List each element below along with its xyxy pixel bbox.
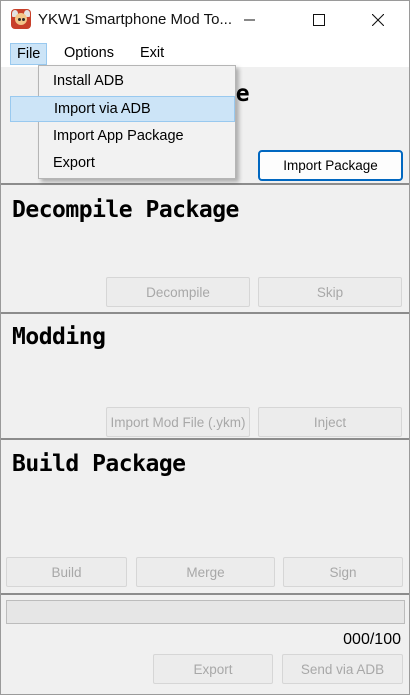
sign-button[interactable]: Sign bbox=[283, 557, 403, 587]
menu-exit[interactable]: Exit bbox=[134, 43, 170, 65]
divider bbox=[1, 438, 409, 440]
app-icon bbox=[11, 9, 31, 29]
build-button[interactable]: Build bbox=[6, 557, 127, 587]
export-button[interactable]: Export bbox=[153, 654, 273, 684]
decompile-section-title: Decompile Package bbox=[12, 197, 239, 223]
progress-bar bbox=[6, 600, 405, 624]
divider bbox=[1, 312, 409, 314]
close-button[interactable] bbox=[355, 1, 401, 39]
maximize-icon bbox=[313, 14, 325, 26]
merge-button[interactable]: Merge bbox=[136, 557, 275, 587]
minimize-icon bbox=[244, 19, 255, 21]
menu-item-install-adb[interactable]: Install ADB bbox=[39, 69, 235, 95]
menu-options[interactable]: Options bbox=[58, 43, 120, 65]
modding-section-title: Modding bbox=[12, 324, 106, 350]
maximize-button[interactable] bbox=[296, 1, 342, 39]
menu-item-import-app-package[interactable]: Import App Package bbox=[39, 124, 235, 150]
menu-file[interactable]: File bbox=[10, 43, 48, 65]
title-bar[interactable]: YKW1 Smartphone Mod To... bbox=[1, 1, 409, 39]
progress-counter: 000/100 bbox=[343, 631, 401, 648]
skip-button[interactable]: Skip bbox=[258, 277, 402, 307]
send-via-adb-button[interactable]: Send via ADB bbox=[282, 654, 403, 684]
window-title: YKW1 Smartphone Mod To... bbox=[38, 11, 232, 28]
build-section-title: Build Package bbox=[12, 451, 186, 477]
import-package-button[interactable]: Import Package bbox=[258, 150, 403, 181]
menu-item-import-via-adb[interactable]: Import via ADB bbox=[10, 96, 235, 122]
menu-item-export[interactable]: Export bbox=[39, 151, 235, 177]
decompile-button[interactable]: Decompile bbox=[106, 277, 250, 307]
menu-bar: File Options Exit bbox=[1, 39, 409, 67]
app-window: YKW1 Smartphone Mod To... File Options E… bbox=[0, 0, 410, 695]
inject-button[interactable]: Inject bbox=[258, 407, 402, 437]
minimize-button[interactable] bbox=[227, 1, 273, 39]
divider bbox=[1, 183, 409, 185]
file-menu-dropdown: Install ADB Import via ADB Import App Pa… bbox=[10, 65, 236, 179]
import-mod-file-button[interactable]: Import Mod File (.ykm) bbox=[106, 407, 250, 437]
divider bbox=[1, 593, 409, 595]
close-icon bbox=[372, 14, 384, 26]
